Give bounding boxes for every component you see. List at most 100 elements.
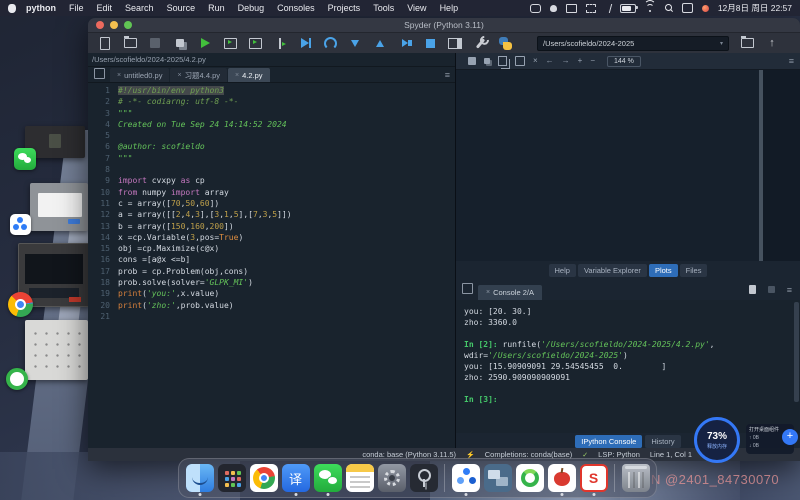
console-output[interactable]: you: [20. 30.]zho: 3360.0In [2]: runfile… xyxy=(456,300,800,433)
dock-item-wechat[interactable] xyxy=(313,461,342,495)
working-directory-select[interactable]: /Users/scofieldo/2024-2025 ▾ xyxy=(537,36,729,51)
applered-icon[interactable] xyxy=(548,464,576,492)
launchpad-icon[interactable] xyxy=(218,464,246,492)
run-cell-button[interactable] xyxy=(223,36,237,50)
browse-tabs-icon[interactable] xyxy=(94,68,105,79)
menu-item-Edit[interactable]: Edit xyxy=(97,3,113,13)
notes-icon[interactable] xyxy=(346,464,374,492)
dock-item-keychain[interactable] xyxy=(409,461,438,495)
save-all-plots-icon[interactable] xyxy=(484,58,490,64)
editor-tab-untitled0.py[interactable]: ×untitled0.py xyxy=(110,68,169,82)
debug-step-out-button[interactable] xyxy=(373,36,387,50)
debug-step-over-button[interactable] xyxy=(323,36,337,50)
console-scrollbar[interactable] xyxy=(794,302,799,402)
save-plot-icon[interactable] xyxy=(468,57,476,65)
close-tab-icon[interactable]: × xyxy=(235,72,239,79)
trash-icon[interactable] xyxy=(622,464,650,492)
fe-explorer-badge-icon[interactable] xyxy=(10,214,31,235)
dock-item-finder[interactable] xyxy=(185,461,214,495)
plots-options-menu-icon[interactable]: ≡ xyxy=(789,56,794,66)
menu-item-Search[interactable]: Search xyxy=(125,3,154,13)
translate-icon[interactable]: 译 xyxy=(282,464,310,492)
tab-Variable Explorer[interactable]: Variable Explorer xyxy=(578,264,647,277)
dock-item-applered[interactable] xyxy=(547,461,576,495)
add-widget-button[interactable]: + xyxy=(782,429,798,445)
panes-layout-button[interactable] xyxy=(448,36,462,50)
window-titlebar[interactable]: Spyder (Python 3.11) xyxy=(88,18,800,33)
editor-tab-习题4.4.py[interactable]: ×习题4.4.py xyxy=(170,68,227,82)
dock-item-ks[interactable]: S xyxy=(579,461,608,495)
dock-item-greenring[interactable] xyxy=(515,461,544,495)
menu-item-Consoles[interactable]: Consoles xyxy=(277,3,315,13)
plots-thumbnail-list[interactable] xyxy=(763,70,800,261)
ks-icon[interactable]: S xyxy=(580,464,608,492)
apple-logo-icon[interactable] xyxy=(8,4,16,13)
control-center-icon[interactable] xyxy=(682,3,693,13)
next-plot-icon[interactable]: → xyxy=(562,57,570,65)
chrome-icon[interactable] xyxy=(250,464,278,492)
menu-item-Debug[interactable]: Debug xyxy=(238,3,265,13)
dock-item-translate[interactable]: 译 xyxy=(281,461,310,495)
search-icon[interactable] xyxy=(665,4,673,12)
menu-item-Projects[interactable]: Projects xyxy=(328,3,361,13)
debug-continue-button[interactable] xyxy=(398,36,412,50)
run-button[interactable] xyxy=(198,36,212,50)
menubar-clock[interactable]: 12月8日 周日 22:57 xyxy=(718,2,792,14)
dock-item-chrome[interactable] xyxy=(249,461,278,495)
remote-icon[interactable] xyxy=(484,464,512,492)
wifi-icon[interactable] xyxy=(645,4,656,12)
preferences-button[interactable] xyxy=(473,36,487,50)
open-file-button[interactable] xyxy=(123,36,137,50)
wechat-icon[interactable] xyxy=(314,464,342,492)
bluetooth-icon[interactable] xyxy=(604,4,612,13)
greenring-icon[interactable] xyxy=(516,464,544,492)
console-tab[interactable]: × Console 2/A xyxy=(478,285,542,300)
dock-item-remote[interactable] xyxy=(483,461,512,495)
tab-Help[interactable]: Help xyxy=(549,264,576,277)
copy-plot-icon[interactable] xyxy=(498,56,507,66)
new-file-button[interactable] xyxy=(98,36,112,50)
console-options-menu-icon[interactable]: ≡ xyxy=(787,285,792,295)
browse-consoles-icon[interactable] xyxy=(462,283,473,294)
battery-icon[interactable] xyxy=(620,4,636,13)
dock-item-launchpad[interactable] xyxy=(217,461,246,495)
chrome-badge-icon[interactable] xyxy=(8,292,33,317)
minimized-window-grid[interactable] xyxy=(25,320,88,380)
recording-indicator-icon[interactable] xyxy=(702,5,709,12)
dock-item-notes[interactable] xyxy=(345,461,374,495)
menu-item-Tools[interactable]: Tools xyxy=(373,3,394,13)
paw-icon[interactable] xyxy=(550,5,557,12)
run-selection-button[interactable] xyxy=(273,36,287,50)
menu-item-File[interactable]: File xyxy=(69,3,84,13)
app-shapes-icon[interactable] xyxy=(530,4,541,13)
new-console-icon[interactable] xyxy=(749,285,756,294)
previous-plot-icon[interactable]: ← xyxy=(546,57,554,65)
editor-options-menu-icon[interactable]: ≡ xyxy=(445,70,450,80)
zoom-out-icon[interactable]: − xyxy=(590,57,595,65)
python-env-button[interactable] xyxy=(498,36,512,50)
dock-item-fe[interactable] xyxy=(451,461,480,495)
interrupt-kernel-icon[interactable] xyxy=(768,286,775,293)
wechat-badge-icon[interactable] xyxy=(14,148,36,170)
settings-icon[interactable] xyxy=(378,464,406,492)
save-button[interactable] xyxy=(148,36,162,50)
close-tab-icon[interactable]: × xyxy=(177,72,181,79)
editor-tab-4.2.py[interactable]: ×4.2.py xyxy=(228,68,270,82)
screenshot-icon[interactable] xyxy=(586,4,596,13)
dock-item-trash[interactable] xyxy=(621,461,650,495)
remove-all-plots-icon[interactable]: × xyxy=(533,57,538,65)
run-cell-advance-button[interactable] xyxy=(248,36,262,50)
tab-Files[interactable]: Files xyxy=(680,264,708,277)
zoom-in-icon[interactable]: + xyxy=(578,57,583,65)
green-ring-badge-icon[interactable] xyxy=(6,368,28,390)
tab-History[interactable]: History xyxy=(645,435,680,448)
dock-item-settings[interactable] xyxy=(377,461,406,495)
memory-gauge-button[interactable]: 73% 释放内存 xyxy=(694,417,740,463)
parent-directory-button[interactable]: ↑ xyxy=(765,36,779,50)
close-tab-icon[interactable]: × xyxy=(117,72,121,79)
finder-icon[interactable] xyxy=(186,464,214,492)
remove-plot-icon[interactable] xyxy=(515,56,525,66)
fe-icon[interactable] xyxy=(452,464,480,492)
display-columns-icon[interactable] xyxy=(566,4,577,13)
browse-directory-button[interactable] xyxy=(740,36,754,50)
